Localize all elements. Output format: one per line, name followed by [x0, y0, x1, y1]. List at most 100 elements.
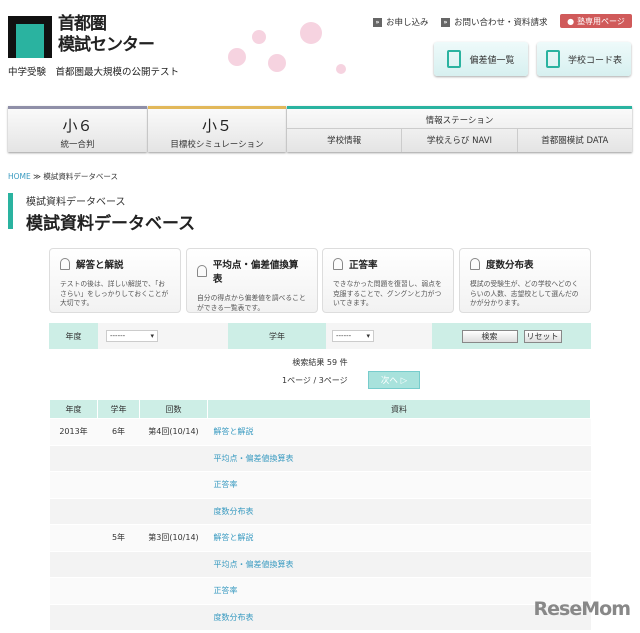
apply-label: お申し込み — [386, 18, 429, 28]
search-bar: 年度 ------ ▾ 学年 ------ ▾ 検索 リセット — [49, 323, 591, 349]
arrow-icon: » — [373, 17, 382, 27]
round-cell — [139, 551, 208, 578]
school-code-button[interactable]: 学校コード表 — [537, 42, 631, 76]
nav-grade6-sub: 統一合判 — [60, 140, 95, 150]
nav-grade5-sub: 目標校シミュレーション — [170, 140, 264, 150]
grade-cell — [97, 445, 140, 472]
grade-cell — [97, 577, 140, 605]
contact-link[interactable]: » お問い合わせ・資料請求 — [441, 16, 548, 28]
material-link[interactable]: 解答と解説 — [214, 427, 254, 436]
material-link[interactable]: 正答率 — [214, 480, 238, 489]
card-title: 正答率 — [349, 260, 378, 271]
sakura-decoration — [228, 48, 246, 66]
table-row: 正答率 — [49, 577, 591, 605]
material-link[interactable]: 平均点・偏差値換算表 — [214, 454, 294, 463]
sakura-decoration — [252, 30, 266, 44]
year-cell — [49, 471, 98, 499]
breadcrumb-current: 模試資料データベース — [43, 172, 119, 181]
breadcrumb-home[interactable]: HOME — [8, 172, 31, 181]
chevron-down-icon: ▾ — [366, 332, 370, 340]
grade-cell — [97, 551, 140, 578]
round-cell: 第3回(10/14) — [139, 524, 208, 552]
nav-grade5-title: 小５ — [201, 117, 232, 135]
material-cell: 度数分布表 — [207, 498, 591, 525]
grade-value: ------ — [336, 332, 352, 340]
year-select[interactable]: ------ ▾ — [106, 330, 158, 342]
card-icon — [60, 258, 70, 270]
breadcrumb-sep: ≫ — [33, 172, 42, 181]
next-page-button[interactable]: 次へ ▷ — [368, 371, 420, 389]
table-row: 平均点・偏差値換算表 — [49, 445, 591, 472]
juku-label: 塾専用ページ — [577, 16, 625, 26]
nav-grade5[interactable]: 小５ 目標校シミュレーション — [148, 106, 286, 152]
grade-cell — [97, 498, 140, 525]
card-title: 平均点・偏差値換算表 — [212, 260, 299, 285]
results-table: 年度 学年 回数 資料 2013年 6年 第4回(10/14) 解答と解説 平均点・偏差… — [49, 399, 591, 631]
year-cell — [49, 445, 98, 472]
material-cell: 解答と解説 — [207, 524, 591, 552]
sakura-decoration — [336, 64, 346, 74]
logo-mark[interactable] — [8, 16, 52, 58]
card-correct-rate[interactable]: 正答率 できなかった問題を復習し、弱点を克服することで、グングンと力がついてきます… — [322, 248, 454, 313]
year-cell — [49, 498, 98, 525]
nav-data[interactable]: 首都圏模試 DATA — [516, 129, 632, 152]
grade-select[interactable]: ------ ▾ — [332, 330, 374, 342]
result-count: 検索結果 59 件 — [292, 358, 348, 367]
material-link[interactable]: 平均点・偏差値換算表 — [214, 560, 294, 569]
heading-accent — [8, 193, 13, 229]
card-distribution[interactable]: 度数分布表 模試の受験生が、どの学校へどのくらいの人数、志望校として選んだのかが分… — [459, 248, 591, 313]
table-row: 5年 第3回(10/14) 解答と解説 — [49, 524, 591, 552]
grade-cell — [97, 471, 140, 499]
card-average[interactable]: 平均点・偏差値換算表 自分の得点から偏差値を調べることができる一覧表です。 — [186, 248, 318, 313]
material-cell: 正答率 — [207, 471, 591, 499]
nav-grade6[interactable]: 小６ 統一合判 — [8, 106, 147, 152]
material-link[interactable]: 解答と解説 — [214, 533, 254, 542]
year-cell: 2013年 — [49, 418, 98, 446]
logo-line1: 首都圏 — [58, 14, 107, 34]
nav-school-navi[interactable]: 学校えらび NAVI — [401, 129, 516, 152]
apply-link[interactable]: » お申し込み — [373, 16, 429, 28]
chevron-down-icon: ▾ — [150, 332, 154, 340]
resemom-watermark: ReseMom — [533, 598, 631, 620]
page-title: 模試資料データベース — [26, 214, 196, 234]
year-cell — [49, 604, 98, 631]
card-desc: テストの後は、詳しい解説で、「おさらい」をしっかりしておくことが大切です。 — [60, 280, 169, 307]
arrow-icon: » — [441, 17, 450, 27]
round-cell — [139, 445, 208, 472]
col-grade: 学年 — [97, 399, 140, 419]
reset-button[interactable]: リセット — [523, 329, 562, 343]
deviation-label: 偏差値一覧 — [469, 55, 515, 66]
logo-text[interactable]: 首都圏 模試センター — [58, 14, 155, 56]
deviation-list-button[interactable]: 偏差値一覧 — [434, 42, 528, 76]
sakura-decoration — [268, 54, 286, 72]
round-cell — [139, 498, 208, 525]
nav-grade6-title: 小６ — [62, 117, 93, 135]
table-row: 度数分布表 — [49, 604, 591, 631]
material-cell: 平均点・偏差値換算表 — [207, 445, 591, 472]
year-label: 年度 — [65, 331, 82, 341]
table-row: 度数分布表 — [49, 498, 591, 525]
page-subtitle: 模試資料データベース — [26, 197, 126, 208]
school-code-label: 学校コード表 — [567, 55, 622, 66]
table-row: 正答率 — [49, 471, 591, 499]
card-desc: 模試の受験生が、どの学校へどのくらいの人数、志望校として選んだのかが分かります。 — [470, 280, 579, 307]
material-link[interactable]: 度数分布表 — [214, 507, 254, 516]
grade-cell: 5年 — [97, 524, 140, 552]
nav-info-title[interactable]: 情報ステーション — [287, 114, 632, 126]
card-icon — [333, 258, 343, 270]
search-icon — [447, 50, 462, 68]
nav-school-info[interactable]: 学校情報 — [287, 129, 401, 152]
year-value: ------ — [110, 332, 126, 340]
table-row: 平均点・偏差値換算表 — [49, 551, 591, 578]
year-cell — [49, 551, 98, 578]
sakura-decoration — [300, 22, 322, 44]
material-cell: 平均点・偏差値換算表 — [207, 551, 591, 578]
col-material: 資料 — [207, 399, 591, 419]
juku-page-button[interactable]: ● 塾専用ページ — [560, 14, 632, 28]
material-link[interactable]: 正答率 — [214, 586, 238, 595]
search-button[interactable]: 検索 — [461, 329, 518, 343]
material-link[interactable]: 度数分布表 — [214, 613, 254, 622]
round-cell: 第4回(10/14) — [139, 418, 208, 446]
nav-info-station: 情報ステーション 学校情報 学校えらび NAVI 首都圏模試 DATA — [287, 106, 632, 152]
card-answers[interactable]: 解答と解説 テストの後は、詳しい解説で、「おさらい」をしっかりしておくことが大切で… — [49, 248, 181, 313]
